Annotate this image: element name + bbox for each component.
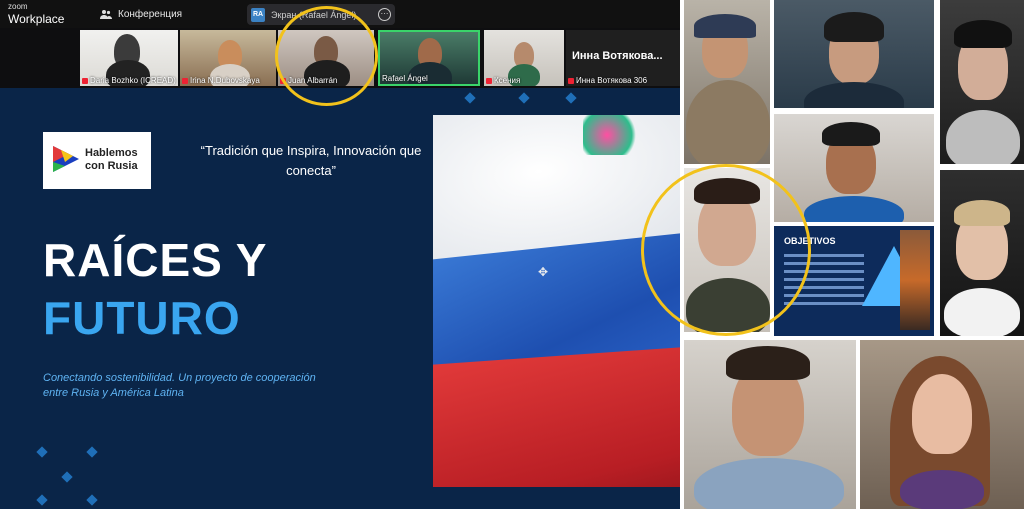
mic-muted-icon: [568, 77, 574, 84]
russian-flag-image: ✥: [433, 115, 680, 487]
participant-tile[interactable]: Irina N.Dubovskaya: [180, 30, 276, 86]
participant-name: Irina N.Dubovskaya: [190, 76, 260, 85]
conference-label: Конференция: [118, 8, 183, 20]
zoom-window: zoom Workplace Конференция RA Экран (Raf…: [0, 0, 680, 509]
zoom-brand: zoom Workplace: [8, 2, 65, 26]
brand-line2: Workplace: [8, 12, 65, 26]
logo-line2: con Rusia: [85, 160, 138, 172]
highlight-circle: [641, 164, 811, 336]
logo-line1: Hablemos: [85, 147, 138, 159]
mic-muted-icon: [486, 77, 492, 84]
participant-tile[interactable]: Ксения: [484, 30, 564, 86]
participant-tile-active-speaker[interactable]: Rafael Ángel: [378, 30, 480, 86]
camera-feed: [940, 0, 1024, 164]
logo-triangle-icon: [53, 146, 79, 172]
participant-name: Инна Вотякова 306: [576, 76, 648, 85]
camera-feed: [860, 340, 1024, 509]
camera-feed: [774, 0, 934, 108]
presenter-avatar: RA: [251, 7, 265, 22]
camera-feed: [940, 170, 1024, 336]
highlight-circle: [275, 6, 378, 106]
slide-title-line2: FUTURO: [43, 292, 241, 344]
slide-title-line1: RAÍCES Y: [43, 234, 268, 286]
thumb-photos: [900, 230, 930, 330]
participant-display-name: Инна Вотякова...: [572, 50, 663, 62]
participant-tile[interactable]: Инна Вотякова... Инна Вотякова 306: [566, 30, 680, 86]
participant-strip: Daria Bozhko (ICREAD) Irina N.Dubovskaya…: [80, 30, 680, 86]
participant-name: Rafael Ángel: [382, 74, 428, 83]
slide-quote: “Tradición que Inspira, Innovación que c…: [200, 143, 422, 178]
participant-tile[interactable]: Daria Bozhko (ICREAD): [80, 30, 178, 86]
camera-feed: [684, 0, 770, 164]
hablemos-logo: Hablemos con Rusia: [43, 132, 151, 189]
slide-subtitle: Conectando sostenibilidad. Un proyecto d…: [43, 372, 316, 399]
conference-menu[interactable]: Конференция: [100, 8, 182, 20]
brand-line1: zoom: [8, 2, 28, 11]
camera-feed: [684, 340, 856, 509]
move-cursor-icon: ✥: [538, 265, 549, 279]
mic-muted-icon: [182, 77, 188, 84]
participant-name: Daria Bozhko (ICREAD): [90, 76, 176, 85]
mic-muted-icon: [82, 77, 88, 84]
shared-screen-slide: Hablemos con Rusia “Tradición que Inspir…: [0, 88, 680, 509]
participants-icon: [100, 10, 112, 19]
more-options-icon[interactable]: ⋯: [378, 8, 391, 21]
participant-name: Ксения: [494, 76, 521, 85]
